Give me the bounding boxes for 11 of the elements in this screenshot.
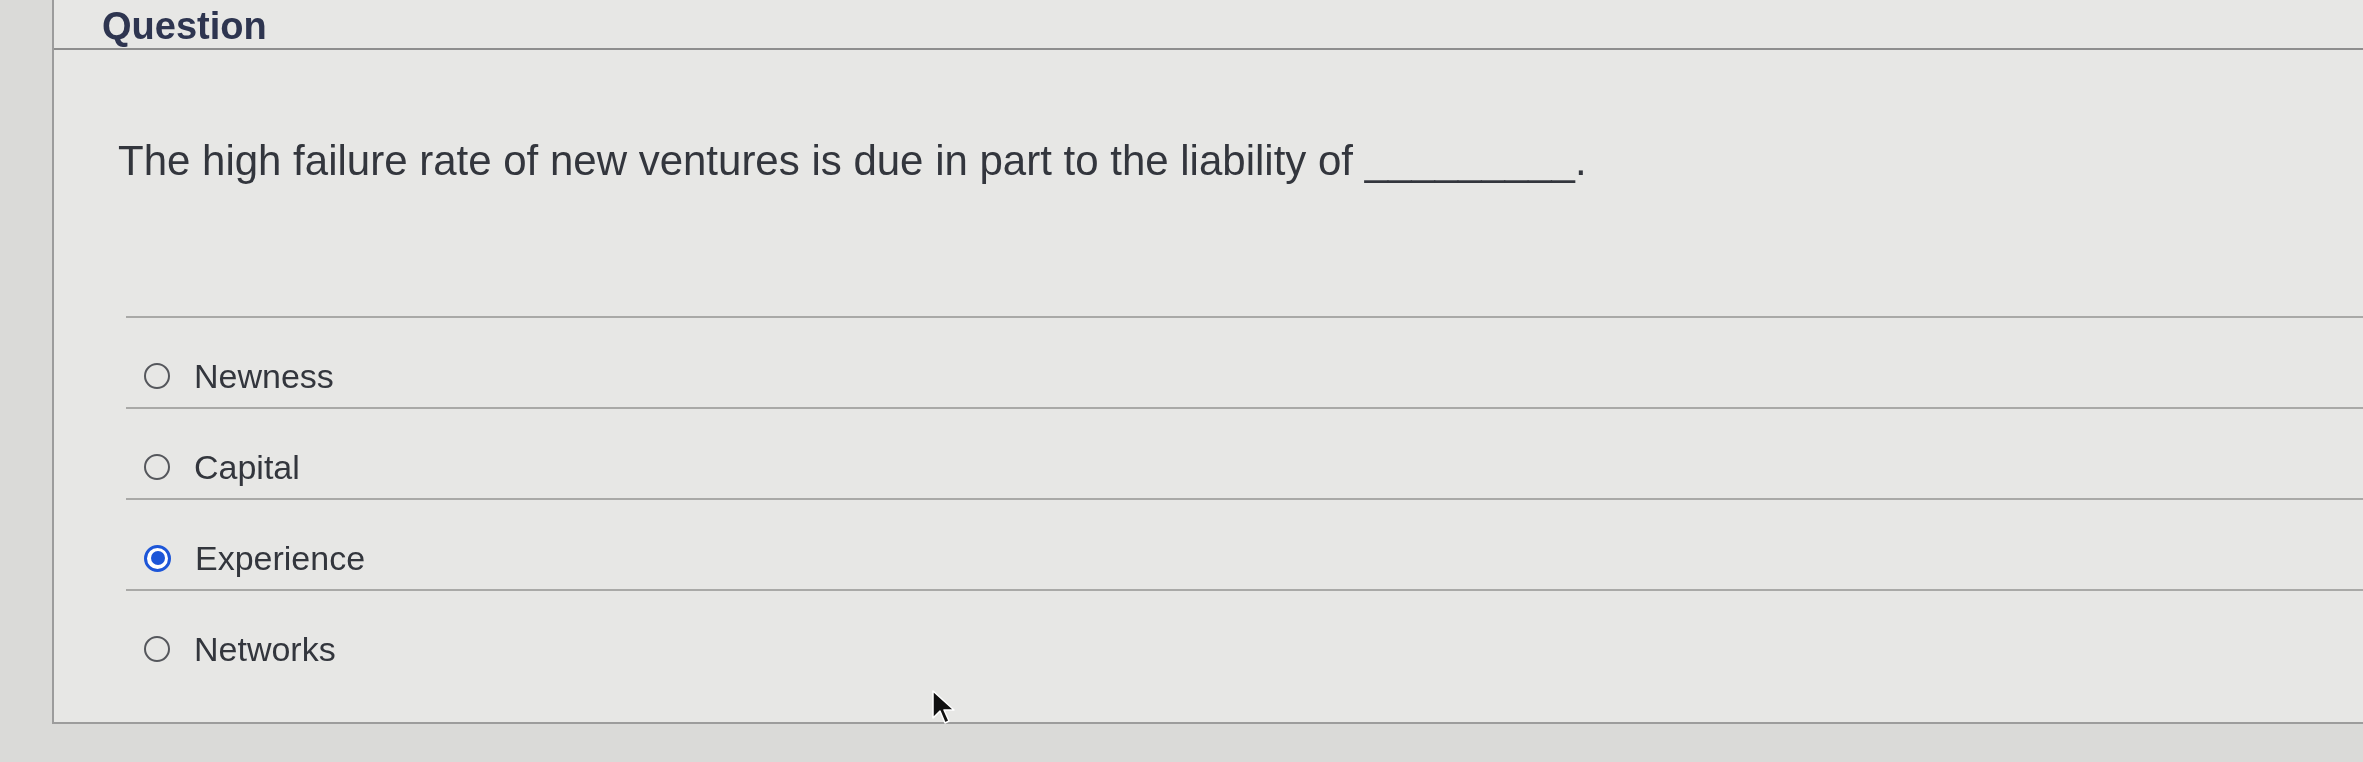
radio-button[interactable] [144,544,171,572]
option-label[interactable]: Experience [195,541,366,575]
option-label[interactable]: Capital [194,450,300,484]
cursor-icon [932,690,956,724]
option-label[interactable]: Networks [194,632,336,666]
question-text: The high failure rate of new ventures is due in part to the liability of _________. [118,136,1587,186]
radio-button[interactable] [144,363,170,389]
option-label[interactable]: Newness [194,359,334,393]
question-heading: Question [102,7,267,45]
radio-button[interactable] [144,454,170,480]
radio-button[interactable] [144,636,170,662]
